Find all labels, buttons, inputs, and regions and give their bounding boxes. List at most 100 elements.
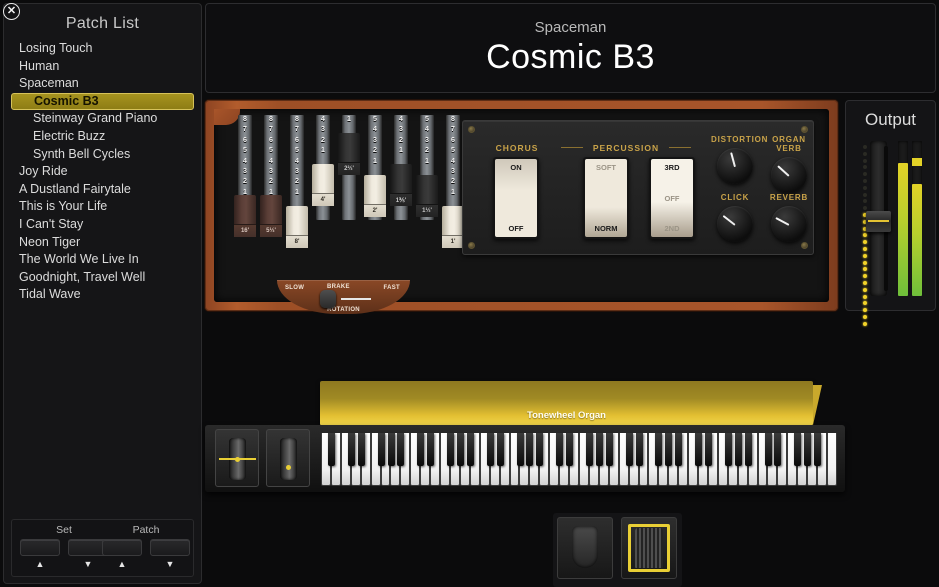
drawbar-handle[interactable]: 2': [364, 174, 386, 217]
patch-list-item[interactable]: Spaceman: [11, 75, 194, 93]
black-key[interactable]: [536, 433, 544, 466]
white-key[interactable]: [688, 433, 703, 486]
percussion-harmonic-switch[interactable]: 3RD OFF 2ND: [649, 157, 695, 239]
patch-list-item[interactable]: Human: [11, 58, 194, 76]
black-key[interactable]: [595, 433, 603, 466]
white-key[interactable]: [479, 433, 494, 486]
black-key[interactable]: [516, 433, 524, 466]
patch-list-item[interactable]: Joy Ride: [11, 163, 194, 181]
knob-organ-verb[interactable]: [771, 157, 807, 193]
patch-down-arrow-icon[interactable]: ▼: [150, 559, 190, 569]
black-key[interactable]: [665, 433, 673, 466]
white-key[interactable]: [787, 433, 802, 486]
drawbar-handle[interactable]: 1⅗': [390, 164, 412, 207]
black-key[interactable]: [387, 433, 395, 466]
knob-distortion[interactable]: [717, 148, 753, 184]
set-up-button[interactable]: [20, 539, 60, 556]
black-key[interactable]: [447, 433, 455, 466]
piano-keys[interactable]: [321, 433, 837, 486]
close-window-button[interactable]: ✕: [3, 3, 20, 20]
black-key[interactable]: [635, 433, 643, 466]
white-key[interactable]: [717, 433, 732, 486]
black-key[interactable]: [566, 433, 574, 466]
black-key[interactable]: [794, 433, 802, 466]
output-fader[interactable]: [863, 141, 891, 326]
black-key[interactable]: [526, 433, 534, 466]
rotation-control[interactable]: SLOW BRAKE FAST ROTATION: [277, 280, 410, 314]
chorus-switch[interactable]: ON OFF: [493, 157, 539, 239]
set-up-arrow-icon[interactable]: ▲: [20, 559, 60, 569]
black-key[interactable]: [705, 433, 713, 466]
white-key[interactable]: [509, 433, 524, 486]
percussion-volume-switch[interactable]: SOFT NORM: [583, 157, 629, 239]
drawbar-handle[interactable]: 8': [286, 205, 308, 248]
white-key[interactable]: [340, 433, 355, 486]
patch-list-scroll[interactable]: Losing Touch Human Spaceman Cosmic B3 Steinw…: [11, 40, 194, 515]
mod-wheel[interactable]: [280, 438, 297, 480]
black-key[interactable]: [605, 433, 613, 466]
black-key[interactable]: [496, 433, 504, 466]
black-key[interactable]: [774, 433, 782, 466]
patch-list-item[interactable]: Steinway Grand Piano: [11, 110, 194, 128]
white-key[interactable]: [440, 433, 455, 486]
black-key[interactable]: [456, 433, 464, 466]
black-key[interactable]: [734, 433, 742, 466]
patch-list-item[interactable]: Electric Buzz: [11, 128, 194, 146]
knob-click[interactable]: [717, 206, 753, 242]
patch-list-item[interactable]: Neon Tiger: [11, 234, 194, 252]
black-key[interactable]: [397, 433, 405, 466]
white-key[interactable]: [410, 433, 425, 486]
drawbar-handle[interactable]: 1⅓': [416, 174, 438, 217]
patch-up-arrow-icon[interactable]: ▲: [102, 559, 142, 569]
white-key[interactable]: [618, 433, 633, 486]
black-key[interactable]: [804, 433, 812, 466]
black-key[interactable]: [466, 433, 474, 466]
black-key[interactable]: [328, 433, 335, 466]
white-key[interactable]: [370, 433, 385, 486]
rotation-lever-handle[interactable]: [320, 290, 336, 308]
black-key[interactable]: [655, 433, 663, 466]
patch-list-item[interactable]: The World We Live In: [11, 251, 194, 269]
patch-list-item[interactable]: This is Your Life: [11, 198, 194, 216]
patch-list-item[interactable]: Goodnight, Travel Well: [11, 269, 194, 287]
sustain-pedal[interactable]: [557, 517, 613, 579]
black-key[interactable]: [695, 433, 703, 466]
drawbar-handle[interactable]: 2⅔': [338, 133, 360, 175]
white-key[interactable]: [321, 433, 335, 486]
black-key[interactable]: [486, 433, 494, 466]
fader-handle[interactable]: [866, 210, 891, 232]
drawbar-handle[interactable]: 4': [312, 164, 334, 207]
black-key[interactable]: [675, 433, 683, 466]
black-key[interactable]: [377, 433, 385, 466]
white-key[interactable]: [827, 433, 837, 486]
patch-up-button[interactable]: [102, 539, 142, 556]
patch-list-item[interactable]: I Can't Stay: [11, 216, 194, 234]
black-key[interactable]: [585, 433, 593, 466]
black-key[interactable]: [744, 433, 752, 466]
black-key[interactable]: [724, 433, 732, 466]
patch-list-item-selected[interactable]: Cosmic B3: [11, 92, 194, 111]
black-key[interactable]: [556, 433, 564, 466]
black-key[interactable]: [427, 433, 435, 466]
patch-list-item[interactable]: Synth Bell Cycles: [11, 146, 194, 164]
drawbar-handle[interactable]: 5⅓': [260, 195, 282, 238]
black-key[interactable]: [357, 433, 365, 466]
black-key[interactable]: [764, 433, 772, 466]
white-key[interactable]: [757, 433, 772, 486]
black-key[interactable]: [814, 433, 822, 466]
patch-down-button[interactable]: [150, 539, 190, 556]
knob-reverb[interactable]: [771, 206, 807, 242]
drawbar-handle[interactable]: 1': [442, 205, 464, 248]
pitch-wheel[interactable]: [219, 438, 256, 480]
black-key[interactable]: [417, 433, 425, 466]
drawbar-bank[interactable]: 8 7 6 5 4 3 2 1 16' 8 7 6 5 4 3 2 1 5⅓' 8 7 6 5 4 3 2 1 8' 4 3 2 1 4' 1 2…: [234, 115, 469, 255]
expression-pedal[interactable]: [621, 517, 677, 579]
white-key[interactable]: [549, 433, 564, 486]
patch-list-item[interactable]: Losing Touch: [11, 40, 194, 58]
black-key[interactable]: [625, 433, 633, 466]
white-key[interactable]: [648, 433, 663, 486]
white-key[interactable]: [578, 433, 593, 486]
drawbar-handle[interactable]: 16': [234, 195, 256, 238]
patch-list-item[interactable]: A Dustland Fairytale: [11, 181, 194, 199]
black-key[interactable]: [347, 433, 355, 466]
